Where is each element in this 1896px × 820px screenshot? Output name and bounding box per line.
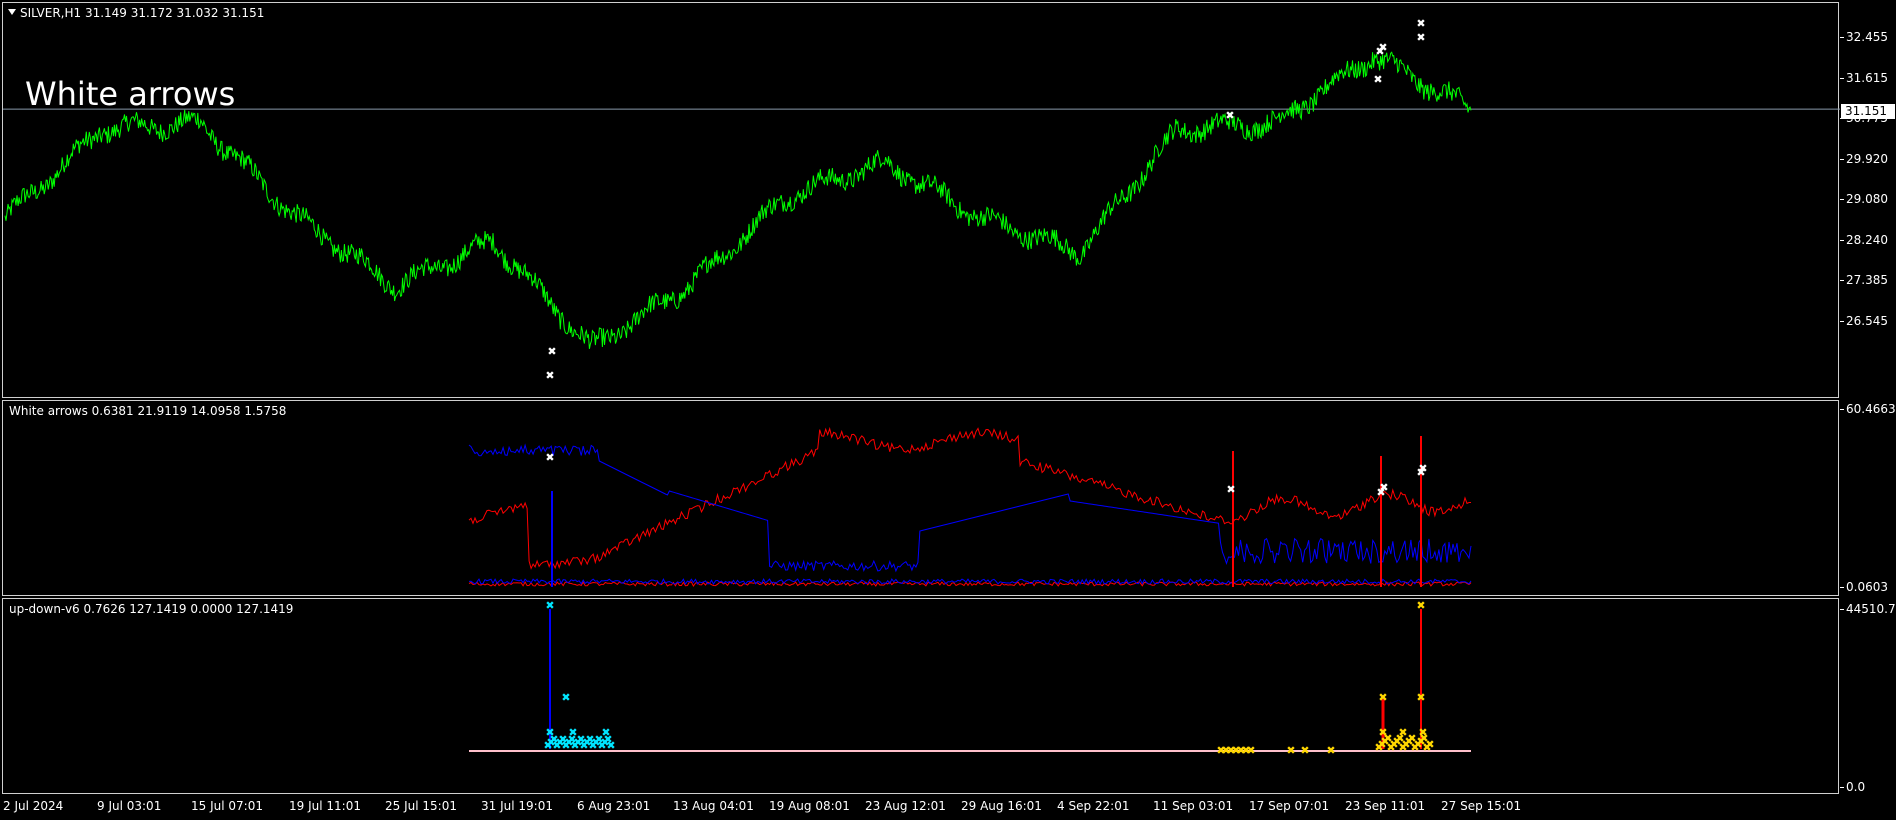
indicator2-svg: ✖✖✖ ✖ ✖✖✖✖✖✖✖✖✖✖✖✖✖✖✖✖✖✖✖✖✖✖✖ ✖✖✖✖✖✖✖ ✖ ✖ ✖✖ ✖✖…	[469, 599, 1471, 757]
price-tick-label: 28.240	[1846, 233, 1888, 247]
indicator-white-arrows-pane[interactable]: White arrows 0.6381 21.9119 14.0958 1.57…	[2, 400, 1839, 596]
price-tick-mark	[1840, 321, 1844, 322]
time-axis-label: 4 Sep 22:01	[1057, 799, 1130, 813]
indicator1-svg: ✖✖ ✖✖✖✖	[468, 426, 1472, 587]
time-axis-label: 25 Jul 15:01	[385, 799, 457, 813]
indicator1-blue-line	[468, 443, 1472, 573]
indicator2-marker: ✖	[1326, 744, 1335, 757]
price-series-line	[4, 51, 1472, 349]
price-tick-mark	[1840, 199, 1844, 200]
time-axis-label: 13 Aug 04:01	[673, 799, 754, 813]
price-chart-pane[interactable]: SILVER,H1 31.149 31.172 31.032 31.151 Wh…	[2, 2, 1840, 398]
indicator1-red-line	[468, 426, 1471, 570]
indicator2-marker: ✖	[1425, 738, 1434, 751]
price-tick-label: 29.920	[1846, 152, 1888, 166]
indicator2-marker: ✖	[561, 691, 570, 704]
time-axis-label: 6 Aug 23:01	[577, 799, 651, 813]
price-tick-mark	[1840, 159, 1844, 160]
indicator1-white-marker: ✖	[1418, 462, 1427, 475]
indicator2-axis-bottom: 0.0	[1846, 780, 1866, 794]
indicator1-axis-bottom: 0.0603	[1846, 580, 1888, 594]
price-tick-mark	[1840, 240, 1844, 241]
indicator2-marker: ✖	[545, 599, 554, 612]
current-price-label: 31.151	[1841, 104, 1895, 119]
white-arrow-marker: ✖	[1416, 17, 1425, 30]
white-arrow-marker: ✖	[1373, 73, 1382, 86]
indicator2-marker: ✖	[1416, 691, 1425, 704]
time-axis-label: 2 Jul 2024	[3, 799, 64, 813]
indicator1-axis-top: 60.4663	[1846, 402, 1896, 416]
price-tick-label: 31.615	[1846, 71, 1888, 85]
indicator2-marker: ✖	[1378, 691, 1387, 704]
time-axis-label: 23 Sep 11:01	[1345, 799, 1426, 813]
indicator1-axis: 60.4663 0.0603	[1840, 400, 1896, 596]
time-axis-label: 19 Jul 11:01	[289, 799, 361, 813]
price-tick-label: 29.080	[1846, 192, 1888, 206]
time-axis-label: 29 Aug 16:01	[961, 799, 1042, 813]
indicator2-marker: ✖	[606, 739, 615, 752]
price-line-svg: ✖✖✖✖✖✖✖✖	[3, 17, 1840, 382]
indicator2-marker: ✖	[1286, 744, 1295, 757]
price-tick-label: 32.455	[1846, 30, 1888, 44]
white-arrow-marker: ✖	[1416, 31, 1425, 44]
time-axis-label: 27 Sep 15:01	[1441, 799, 1522, 813]
price-tick-mark	[1840, 78, 1844, 79]
price-tick-mark	[1840, 37, 1844, 38]
indicator2-marker: ✖	[1300, 744, 1309, 757]
indicator1-white-marker: ✖	[545, 451, 554, 464]
time-axis-label: 23 Aug 12:01	[865, 799, 946, 813]
time-axis-label: 15 Jul 07:01	[191, 799, 263, 813]
indicator1-white-marker: ✖	[1379, 481, 1388, 494]
white-arrow-marker: ✖	[1378, 41, 1387, 54]
price-axis[interactable]: 32.45531.61530.77529.92029.08028.24027.3…	[1840, 2, 1896, 398]
time-axis-label: 9 Jul 03:01	[97, 799, 162, 813]
indicator2-axis-top: 44510.71	[1846, 602, 1896, 616]
white-arrow-marker: ✖	[545, 369, 554, 382]
time-axis[interactable]: 2 Jul 2024 9 Jul 03:01 15 Jul 07:01 19 Jul …	[0, 795, 1896, 820]
indicator2-marker: ✖	[1246, 744, 1255, 757]
indicator2-marker: ✖	[1416, 599, 1425, 612]
time-axis-label: 31 Jul 19:01	[481, 799, 553, 813]
white-arrow-marker: ✖	[547, 345, 556, 358]
time-axis-label: 19 Aug 08:01	[769, 799, 850, 813]
indicator2-axis: 44510.71 0.0	[1840, 598, 1896, 794]
price-tick-mark	[1840, 280, 1844, 281]
time-axis-label: 11 Sep 03:01	[1153, 799, 1234, 813]
price-tick-label: 26.545	[1846, 314, 1888, 328]
white-arrow-marker: ✖	[1225, 109, 1234, 122]
price-tick-label: 27.385	[1846, 273, 1888, 287]
indicator1-white-marker: ✖	[1226, 483, 1235, 496]
time-axis-label: 17 Sep 07:01	[1249, 799, 1330, 813]
indicator-up-down-pane[interactable]: up-down-v6 0.7626 127.1419 0.0000 127.14…	[2, 598, 1839, 794]
